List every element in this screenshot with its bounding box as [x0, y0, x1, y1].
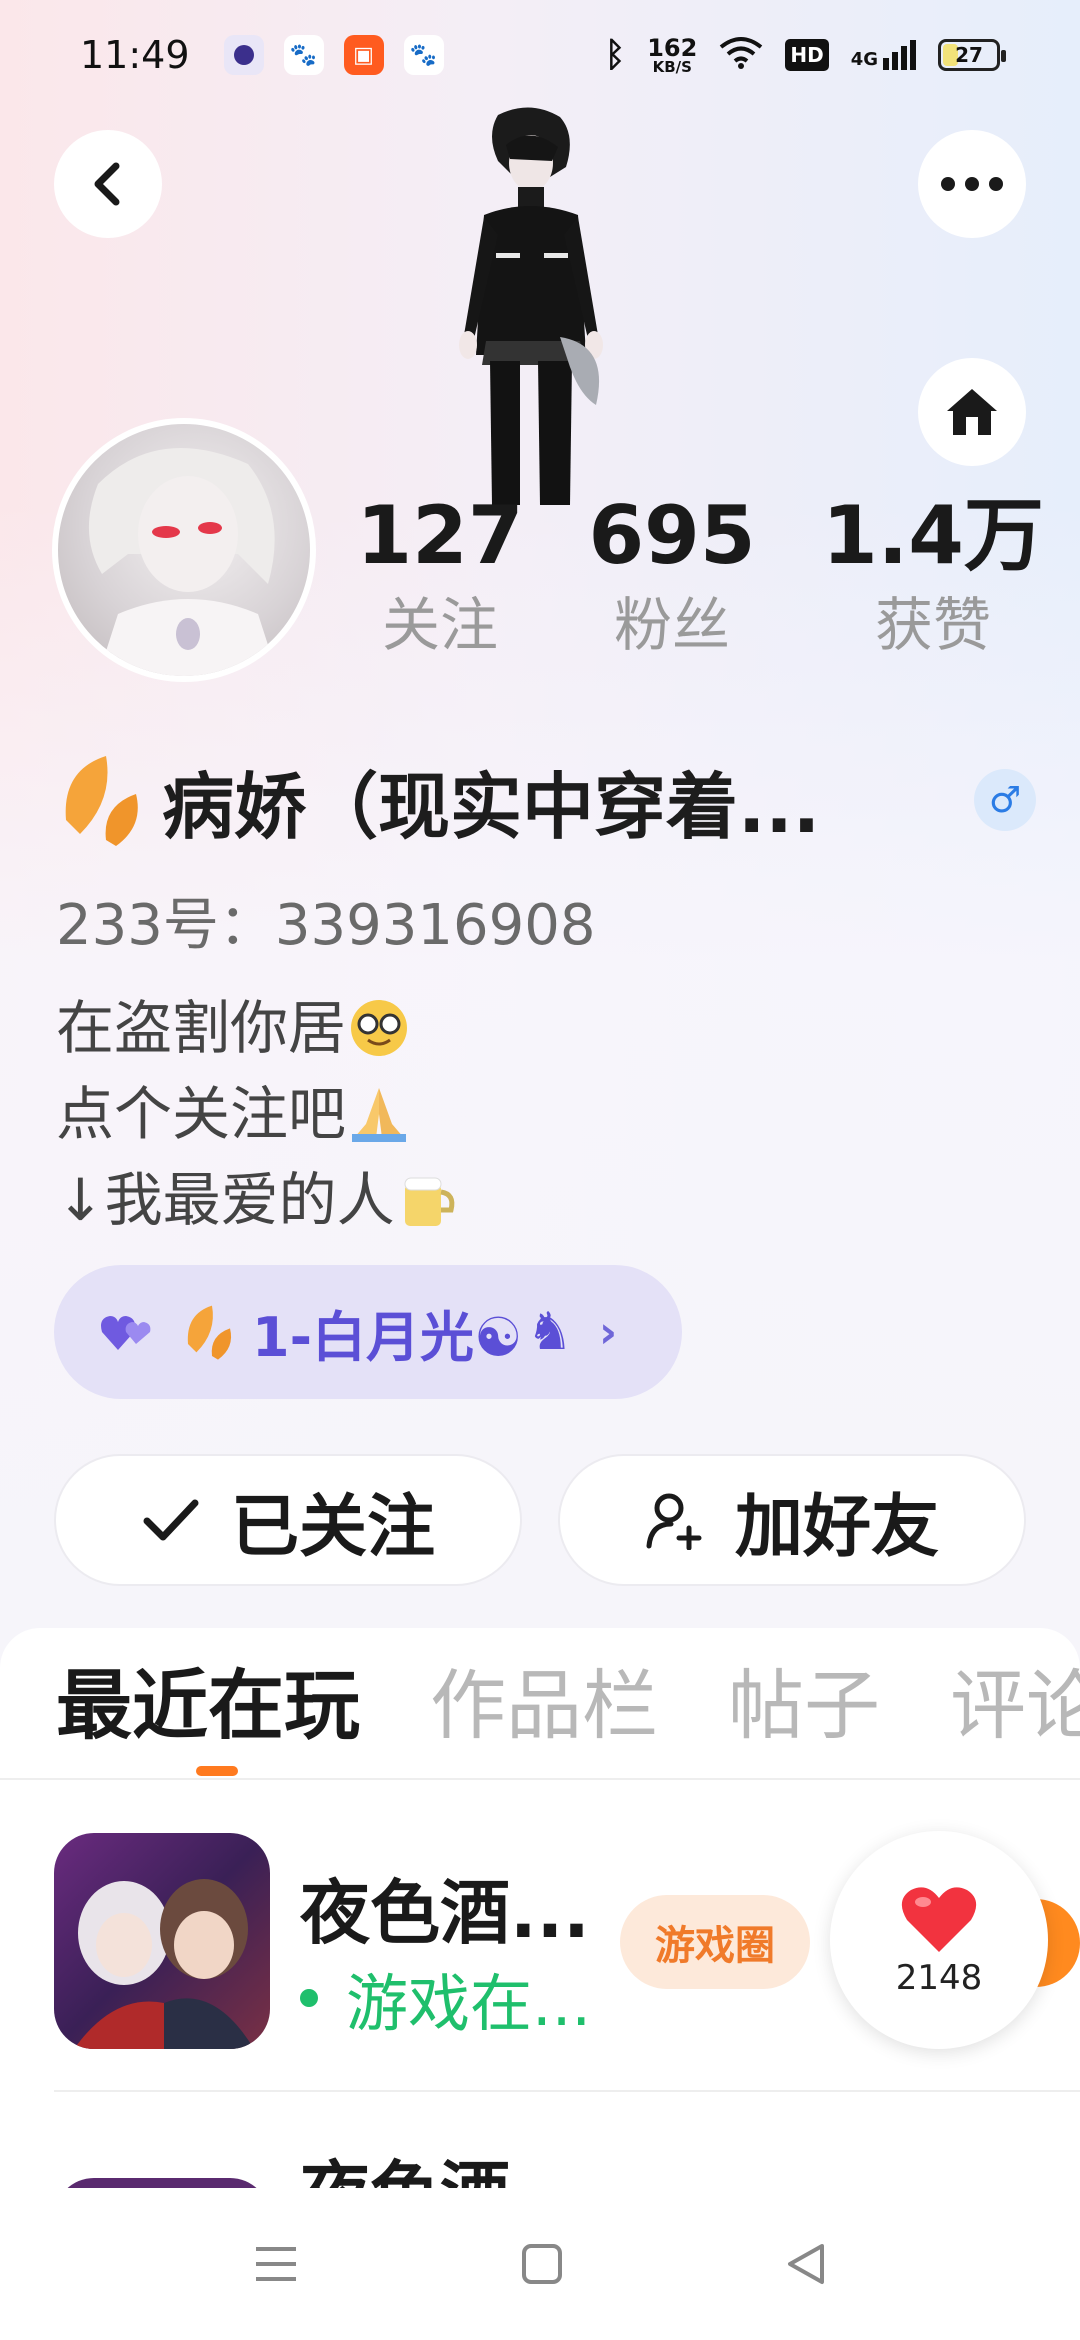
- male-icon: ♂: [974, 769, 1036, 831]
- bio-line: 在盗割你居: [56, 985, 461, 1071]
- following-button[interactable]: 已关注: [54, 1454, 522, 1586]
- game-status: 游戏在...: [300, 1953, 591, 2043]
- beer-mug-icon: [404, 1177, 454, 1226]
- profile-name-row: 病娇（现实中穿着... ♂: [56, 750, 1036, 850]
- like-bubble[interactable]: 2148: [830, 1831, 1048, 2049]
- back-triangle-icon[interactable]: [784, 2242, 828, 2286]
- bluetooth-icon: ᛒ: [604, 35, 626, 75]
- battery-icon: 27: [938, 39, 1006, 71]
- menu-icon[interactable]: [252, 2243, 300, 2285]
- profile-bio: 在盗割你居 点个关注吧 ↓我最爱的人: [56, 985, 461, 1243]
- avatar-image: [88, 448, 278, 676]
- signal-icon: 4G: [851, 40, 916, 70]
- like-count: 2148: [895, 1958, 983, 1998]
- following-count: 127: [356, 489, 524, 582]
- following-stat[interactable]: 127 关注: [340, 489, 540, 659]
- likes-stat[interactable]: 1.4万 获赞: [808, 489, 1058, 659]
- chevron-left-icon: [94, 162, 120, 206]
- tab-recently-played[interactable]: 最近在玩: [56, 1668, 360, 1778]
- online-dot-icon: [300, 1989, 318, 2007]
- baidu-notification-icon-2: 🐾: [403, 35, 444, 75]
- chevron-right-icon: ›: [599, 1306, 618, 1358]
- followers-stat[interactable]: 695 粉丝: [562, 489, 782, 659]
- chess-knight-icon: ♞: [526, 1302, 574, 1362]
- profile-name: 病娇（现实中穿着...: [162, 764, 821, 849]
- relationship-pill[interactable]: 1-白月光☯ ♞ ›: [54, 1265, 682, 1399]
- wifi-icon: [719, 35, 763, 76]
- add-user-icon: [645, 1490, 705, 1550]
- divider: [0, 1778, 1080, 1780]
- status-bar: 11:49 🐾 ▣ 🐾 ᛒ 162 KB/S HD 4G 27: [0, 0, 1080, 110]
- hd-icon: HD: [785, 39, 829, 71]
- character-figure: [459, 107, 603, 505]
- divider: [54, 2090, 1080, 2092]
- followers-label: 粉丝: [613, 591, 730, 659]
- back-button[interactable]: [54, 130, 162, 238]
- likes-count: 1.4万: [822, 489, 1044, 582]
- notification-icons: 🐾 ▣ 🐾: [223, 35, 444, 75]
- user-id[interactable]: 233号：339316908: [56, 880, 596, 961]
- home-square-icon[interactable]: [520, 2242, 564, 2286]
- system-navigation-bar: [0, 2188, 1080, 2340]
- avatar[interactable]: [52, 418, 316, 682]
- video-app-notification-icon: ▣: [343, 35, 384, 75]
- net-speed: 162 KB/S: [647, 33, 698, 76]
- tab-comments[interactable]: 评论: [950, 1668, 1080, 1778]
- game-icon: [54, 1833, 270, 2049]
- hearts-icon: [101, 1316, 151, 1350]
- status-time: 11:49: [80, 33, 190, 77]
- heart-icon: [901, 1887, 977, 1952]
- game-circle-button[interactable]: 游戏圈: [620, 1895, 810, 1989]
- app-notification-icon: [223, 35, 264, 75]
- baidu-notification-icon: 🐾: [283, 35, 324, 75]
- leaf-icon: [65, 756, 138, 846]
- home-button[interactable]: [918, 358, 1026, 466]
- check-icon: [141, 1497, 201, 1543]
- bio-line: 点个关注吧: [56, 1071, 461, 1157]
- tab-works[interactable]: 作品栏: [430, 1668, 658, 1778]
- tab-posts[interactable]: 帖子: [728, 1668, 880, 1778]
- nerd-face-icon: [351, 1000, 408, 1056]
- add-friend-button[interactable]: 加好友: [558, 1454, 1026, 1586]
- add-friend-button-label: 加好友: [734, 1487, 939, 1567]
- following-label: 关注: [381, 591, 498, 659]
- bio-line: ↓我最爱的人: [56, 1157, 461, 1243]
- followers-count: 695: [588, 489, 756, 582]
- profile-stats: 127 关注 695 粉丝 1.4万 获赞: [340, 496, 1060, 686]
- following-button-label: 已关注: [230, 1487, 435, 1567]
- status-right-icons: ᛒ 162 KB/S HD 4G 27: [604, 33, 1006, 76]
- game-title: 夜色酒...: [300, 1872, 590, 1954]
- leaf-icon: [187, 1305, 232, 1360]
- more-horizontal-icon: [941, 177, 1003, 191]
- list-item[interactable]: 夜色酒... 游戏在... 游戏圈 2148: [54, 1831, 1080, 2053]
- profile-tabs: 最近在玩 作品栏 帖子 评论: [56, 1668, 1080, 1778]
- active-tab-indicator: [196, 1766, 238, 1776]
- relationship-label: 1-白月光☯: [252, 1305, 523, 1369]
- more-options-button[interactable]: [918, 130, 1026, 238]
- home-icon: [947, 389, 997, 435]
- folded-hands-icon: [352, 1088, 407, 1142]
- likes-label: 获赞: [874, 591, 991, 659]
